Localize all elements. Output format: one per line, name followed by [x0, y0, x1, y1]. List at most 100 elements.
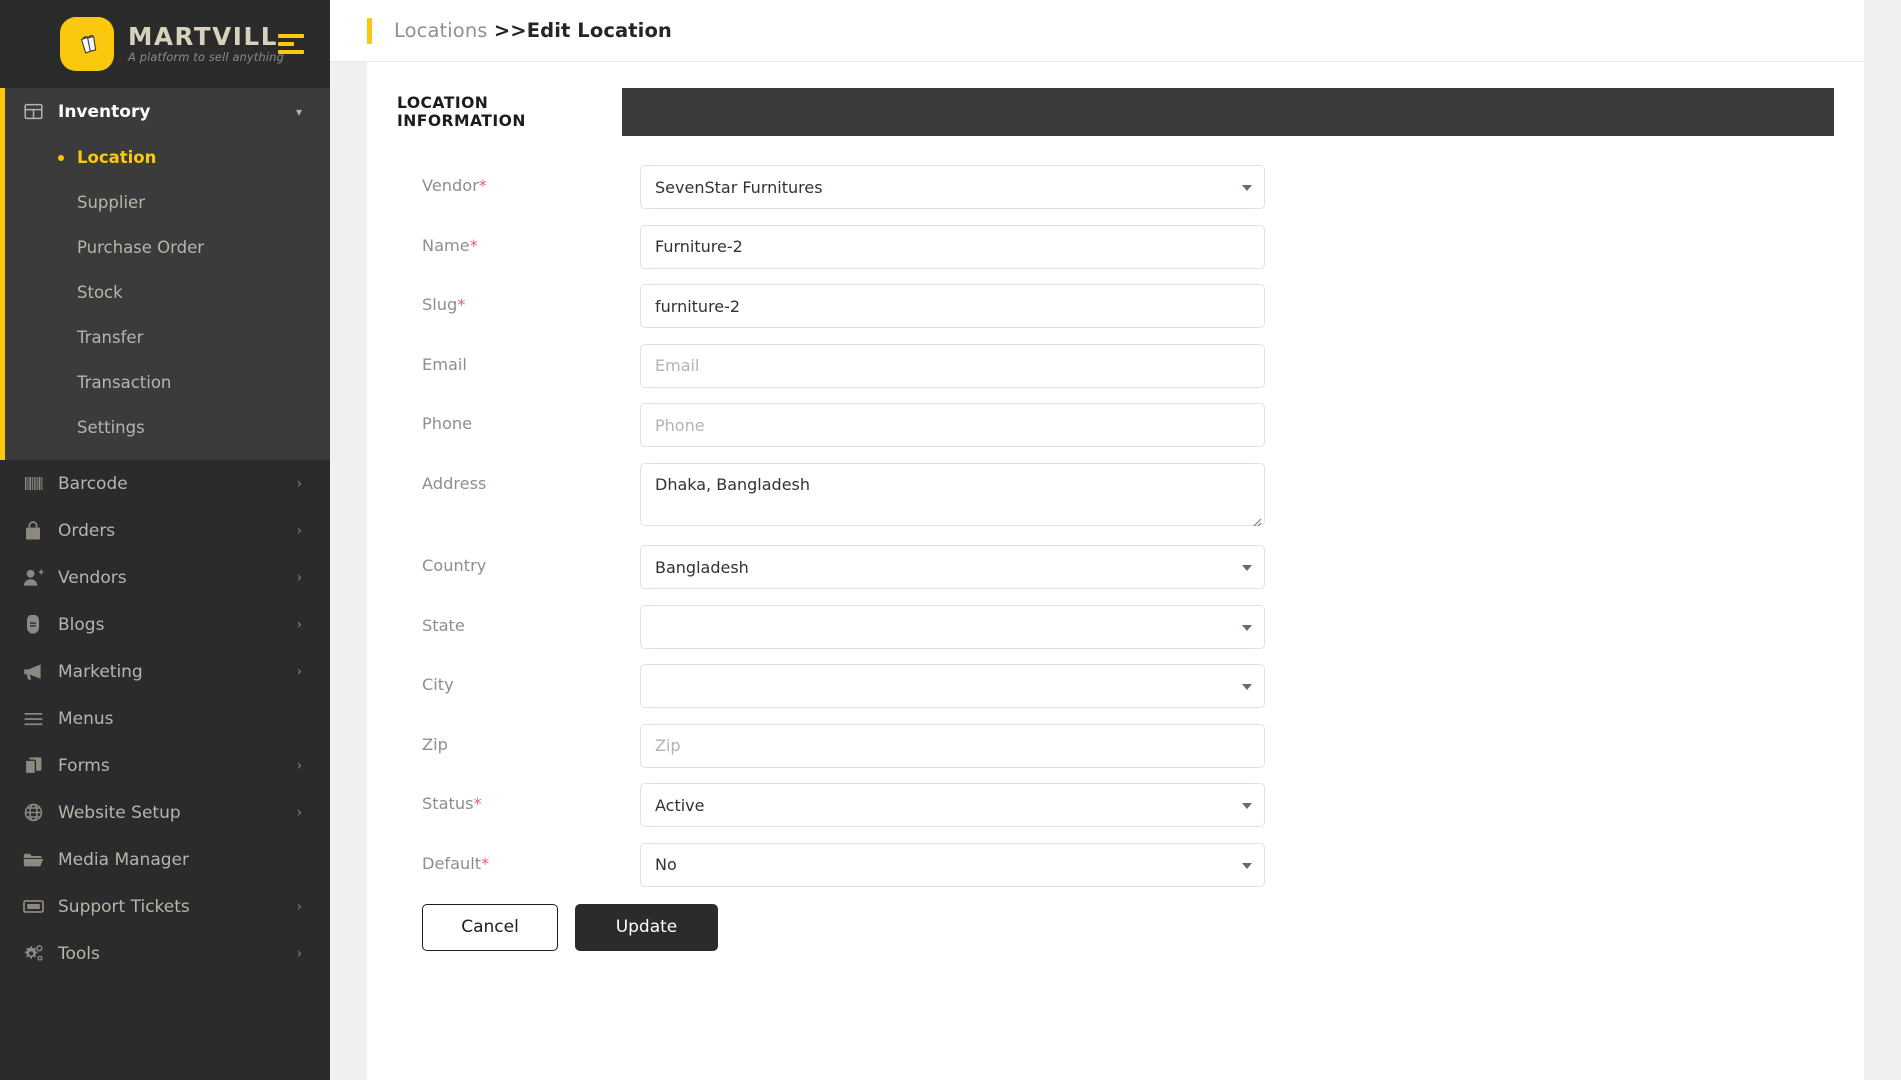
- field-row-zip: Zip: [397, 723, 1834, 768]
- gears-icon: [22, 943, 44, 965]
- sidebar-item-label: Orders: [58, 520, 116, 541]
- tab-bar: LOCATION INFORMATION: [397, 88, 1834, 136]
- vendor-select[interactable]: [640, 165, 1265, 209]
- tab-bar-filler: [622, 88, 1834, 136]
- field-control-state: [640, 604, 1265, 649]
- barcode-icon: [22, 473, 44, 495]
- name-input[interactable]: [640, 224, 1265, 269]
- sidebar-item-label: Blogs: [58, 614, 105, 635]
- field-label-name: Name*: [422, 235, 478, 255]
- menu-collapse-icon[interactable]: [278, 34, 304, 54]
- location-form-card: LOCATION INFORMATION Vendor* SevenStar F…: [397, 88, 1834, 1080]
- sidebar-item-transaction[interactable]: Transaction: [5, 360, 330, 405]
- sidebar-item-purchase-order[interactable]: Purchase Order: [5, 225, 330, 270]
- sidebar-sublist-inventory: Location Supplier Purchase Order Stock T…: [5, 135, 330, 460]
- sidebar: MARTVILL A platform to sell anything Inv…: [0, 0, 330, 1080]
- globe-icon: [22, 802, 44, 824]
- field-control-slug: [640, 284, 1265, 328]
- sidebar-item-label: Barcode: [58, 473, 128, 494]
- cancel-button[interactable]: Cancel: [422, 903, 558, 951]
- field-control-country: [640, 545, 1265, 589]
- sidebar-item-supplier[interactable]: Supplier: [5, 180, 330, 225]
- field-control-email: [640, 343, 1265, 388]
- breadcrumb-accent-bar: [367, 17, 372, 44]
- zip-input[interactable]: [640, 723, 1265, 768]
- field-row-country: Country: [397, 545, 1834, 589]
- sidebar-item-barcode[interactable]: Barcode ›: [0, 460, 330, 507]
- state-select[interactable]: [640, 604, 1265, 649]
- shopping-bags-icon: [60, 17, 114, 71]
- sidebar-item-tools[interactable]: Tools ›: [0, 930, 330, 977]
- city-select[interactable]: [640, 664, 1265, 708]
- sidebar-item-marketing[interactable]: Marketing ›: [0, 648, 330, 695]
- field-control-phone: [640, 403, 1265, 447]
- field-row-phone: Phone: [397, 403, 1834, 447]
- app-root: MARTVILL A platform to sell anything Inv…: [0, 0, 1901, 1080]
- ticket-icon: [22, 896, 44, 918]
- sidebar-item-label: Marketing: [58, 661, 143, 682]
- address-textarea[interactable]: Dhaka, Bangladesh: [640, 462, 1265, 526]
- field-label-email: Email: [422, 354, 467, 374]
- field-row-state: State: [397, 604, 1834, 649]
- phone-input[interactable]: [640, 403, 1265, 447]
- email-input[interactable]: [640, 343, 1265, 388]
- bag-icon: [22, 520, 44, 542]
- sidebar-item-label: Forms: [58, 755, 110, 776]
- sidebar-item-support-tickets[interactable]: Support Tickets ›: [0, 883, 330, 930]
- field-control-status: [640, 783, 1265, 827]
- sidebar-subitem-label: Location: [77, 148, 157, 167]
- brand-text: MARTVILL A platform to sell anything: [128, 21, 284, 63]
- required-asterisk: *: [469, 235, 478, 255]
- field-row-vendor: Vendor*: [397, 165, 1834, 209]
- field-control-zip: [640, 723, 1265, 768]
- brand-bar: MARTVILL A platform to sell anything: [0, 0, 330, 88]
- sidebar-item-menus[interactable]: Menus: [0, 695, 330, 742]
- sidebar-item-media-manager[interactable]: Media Manager: [0, 836, 330, 883]
- brand-name: MARTVILL: [128, 21, 278, 51]
- chevron-right-icon: ›: [296, 946, 302, 961]
- field-label-address: Address: [422, 473, 487, 493]
- sidebar-item-label: Media Manager: [58, 849, 189, 870]
- chevron-right-icon: ›: [296, 758, 302, 773]
- tab-location-information[interactable]: LOCATION INFORMATION: [397, 88, 622, 136]
- sidebar-item-location[interactable]: Location: [5, 135, 330, 180]
- form-actions: Cancel Update: [397, 903, 1834, 951]
- field-label-city: City: [422, 675, 454, 694]
- field-row-city: City: [397, 664, 1834, 708]
- sidebar-item-website-setup[interactable]: Website Setup ›: [0, 789, 330, 836]
- user-plus-icon: [22, 567, 44, 589]
- sidebar-item-label: Menus: [58, 708, 114, 729]
- hamburger-icon: [22, 708, 44, 730]
- sidebar-item-inventory[interactable]: Inventory ▾: [5, 88, 330, 135]
- copy-icon: [22, 755, 44, 777]
- required-asterisk: *: [478, 176, 487, 195]
- sidebar-item-label: Vendors: [58, 567, 127, 588]
- status-select[interactable]: [640, 783, 1265, 827]
- sidebar-item-stock[interactable]: Stock: [5, 270, 330, 315]
- tab-label: LOCATION INFORMATION: [397, 94, 526, 130]
- sidebar-subitem-label: Purchase Order: [77, 238, 205, 257]
- sidebar-item-label: Support Tickets: [58, 896, 190, 917]
- sidebar-group-inventory: Inventory ▾ Location Supplier Purchase O…: [0, 88, 330, 460]
- sidebar-item-settings[interactable]: Settings: [5, 405, 330, 450]
- sidebar-item-transfer[interactable]: Transfer: [5, 315, 330, 360]
- sidebar-item-forms[interactable]: Forms ›: [0, 742, 330, 789]
- default-select[interactable]: [640, 842, 1265, 887]
- active-bullet-icon: [58, 154, 64, 161]
- country-select[interactable]: [640, 545, 1265, 589]
- field-row-email: Email: [397, 343, 1834, 388]
- sidebar-item-blogs[interactable]: Blogs ›: [0, 601, 330, 648]
- chevron-down-icon: ▾: [295, 104, 302, 119]
- location-form: Vendor* Name*: [397, 136, 1834, 951]
- sidebar-item-orders[interactable]: Orders ›: [0, 507, 330, 554]
- field-control-city: [640, 664, 1265, 708]
- breadcrumb-parent[interactable]: Locations: [394, 19, 494, 42]
- update-button[interactable]: Update: [575, 903, 718, 951]
- folder-open-icon: [22, 849, 44, 871]
- slug-input[interactable]: [640, 284, 1265, 328]
- sidebar-item-vendors[interactable]: Vendors ›: [0, 554, 330, 601]
- main-area: Locations >>Edit Location LOCATION INFOR…: [330, 0, 1901, 1080]
- field-control-name: [640, 224, 1265, 269]
- breadcrumb-current: >>Edit Location: [493, 19, 672, 42]
- field-row-slug: Slug*: [397, 284, 1834, 328]
